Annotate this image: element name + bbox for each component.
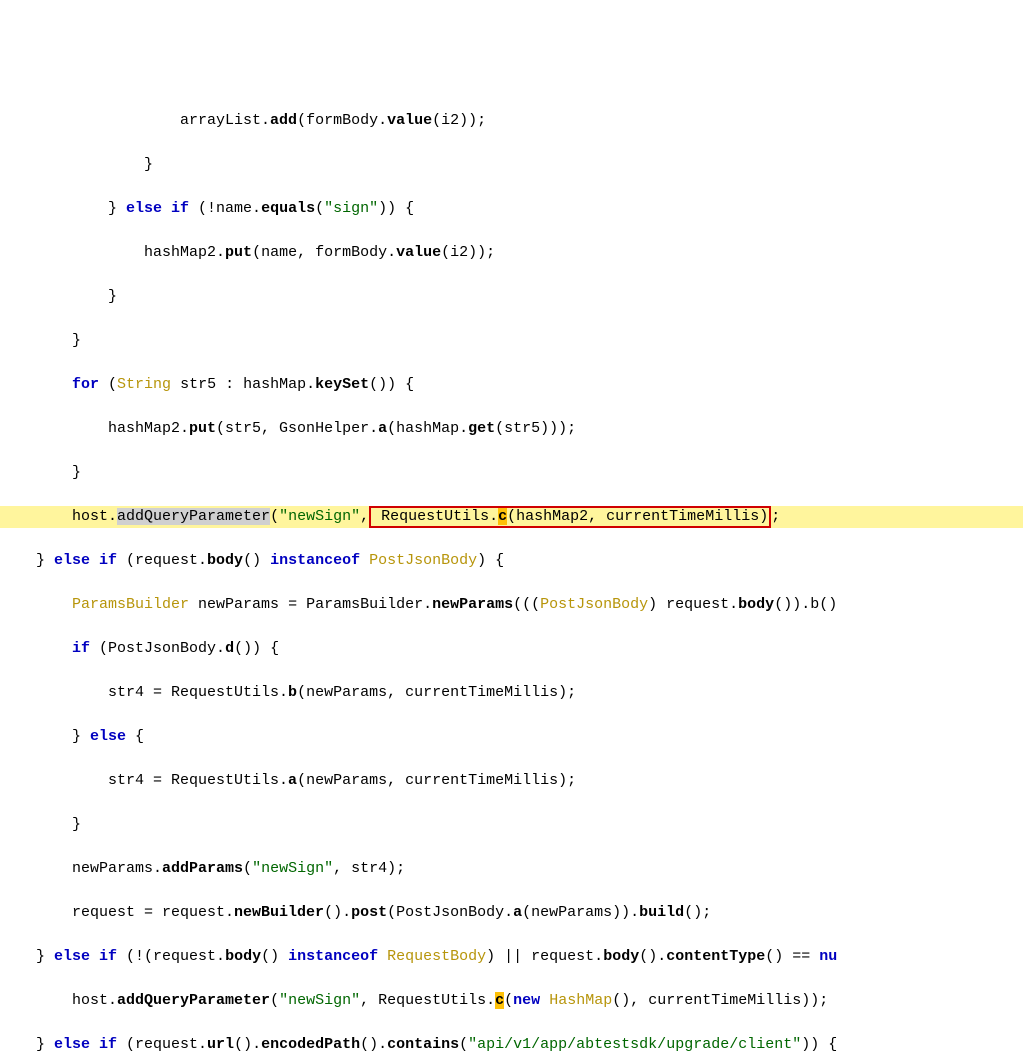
code-line: request = request.newBuilder().post(Post… bbox=[0, 902, 1023, 924]
code-line: hashMap2.put(name, formBody.value(i2)); bbox=[0, 242, 1023, 264]
code-line: } bbox=[0, 154, 1023, 176]
code-line: if (PostJsonBody.d()) { bbox=[0, 638, 1023, 660]
code-line: } bbox=[0, 462, 1023, 484]
code-line-highlighted: host.addQueryParameter("newSign", Reques… bbox=[0, 506, 1023, 528]
code-line: } bbox=[0, 814, 1023, 836]
code-line: str4 = RequestUtils.b(newParams, current… bbox=[0, 682, 1023, 704]
code-line: } bbox=[0, 286, 1023, 308]
code-editor[interactable]: arrayList.add(formBody.value(i2)); } } e… bbox=[0, 88, 1023, 1060]
code-line: } else if (request.url().encodedPath().c… bbox=[0, 1034, 1023, 1056]
code-line: } else if (!(request.body() instanceof R… bbox=[0, 946, 1023, 968]
code-line: ParamsBuilder newParams = ParamsBuilder.… bbox=[0, 594, 1023, 616]
code-line: arrayList.add(formBody.value(i2)); bbox=[0, 110, 1023, 132]
code-line: str4 = RequestUtils.a(newParams, current… bbox=[0, 770, 1023, 792]
code-line: hashMap2.put(str5, GsonHelper.a(hashMap.… bbox=[0, 418, 1023, 440]
code-line: } else if (request.body() instanceof Pos… bbox=[0, 550, 1023, 572]
code-line: host.addQueryParameter("newSign", Reques… bbox=[0, 990, 1023, 1012]
code-line: } bbox=[0, 330, 1023, 352]
code-line: } else { bbox=[0, 726, 1023, 748]
code-line: newParams.addParams("newSign", str4); bbox=[0, 858, 1023, 880]
annotation-redbox: RequestUtils.c(hashMap2, currentTimeMill… bbox=[369, 506, 771, 528]
code-line: } else if (!name.equals("sign")) { bbox=[0, 198, 1023, 220]
code-line: for (String str5 : hashMap.keySet()) { bbox=[0, 374, 1023, 396]
